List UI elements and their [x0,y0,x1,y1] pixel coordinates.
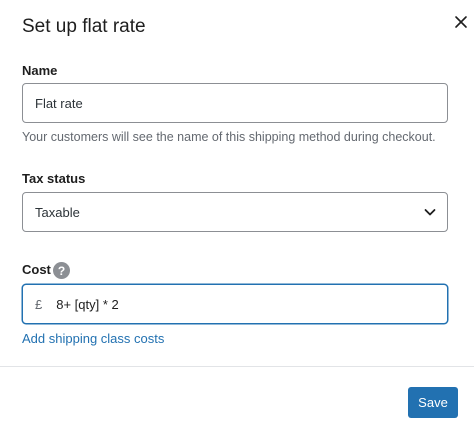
cost-input[interactable]: £ 8+ [qty] * 2 [22,284,448,324]
modal-title: Set up flat rate [22,16,146,37]
name-input[interactable]: Flat rate [22,83,448,123]
name-input-value: Flat rate [35,95,83,111]
tax-status-label: Tax status [22,171,86,186]
help-icon[interactable]: ? [53,262,70,279]
tax-status-selected-value: Taxable [35,204,80,220]
name-help-text: Your customers will see the name of this… [22,130,436,144]
cost-input-value: 8+ [qty] * 2 [56,296,119,312]
chevron-down-icon [423,205,437,219]
help-icon-glyph: ? [57,263,66,278]
save-button[interactable]: Save [408,387,458,418]
name-label: Name [22,63,58,78]
cost-label: Cost [22,262,51,277]
add-shipping-class-costs-link[interactable]: Add shipping class costs [22,331,164,346]
currency-symbol: £ [35,296,43,312]
flat-rate-modal: Set up flat rate Name Flat rate Your cus… [0,0,474,427]
close-icon[interactable] [452,13,470,31]
footer-divider [0,366,474,367]
tax-status-select[interactable]: Taxable [22,192,448,232]
